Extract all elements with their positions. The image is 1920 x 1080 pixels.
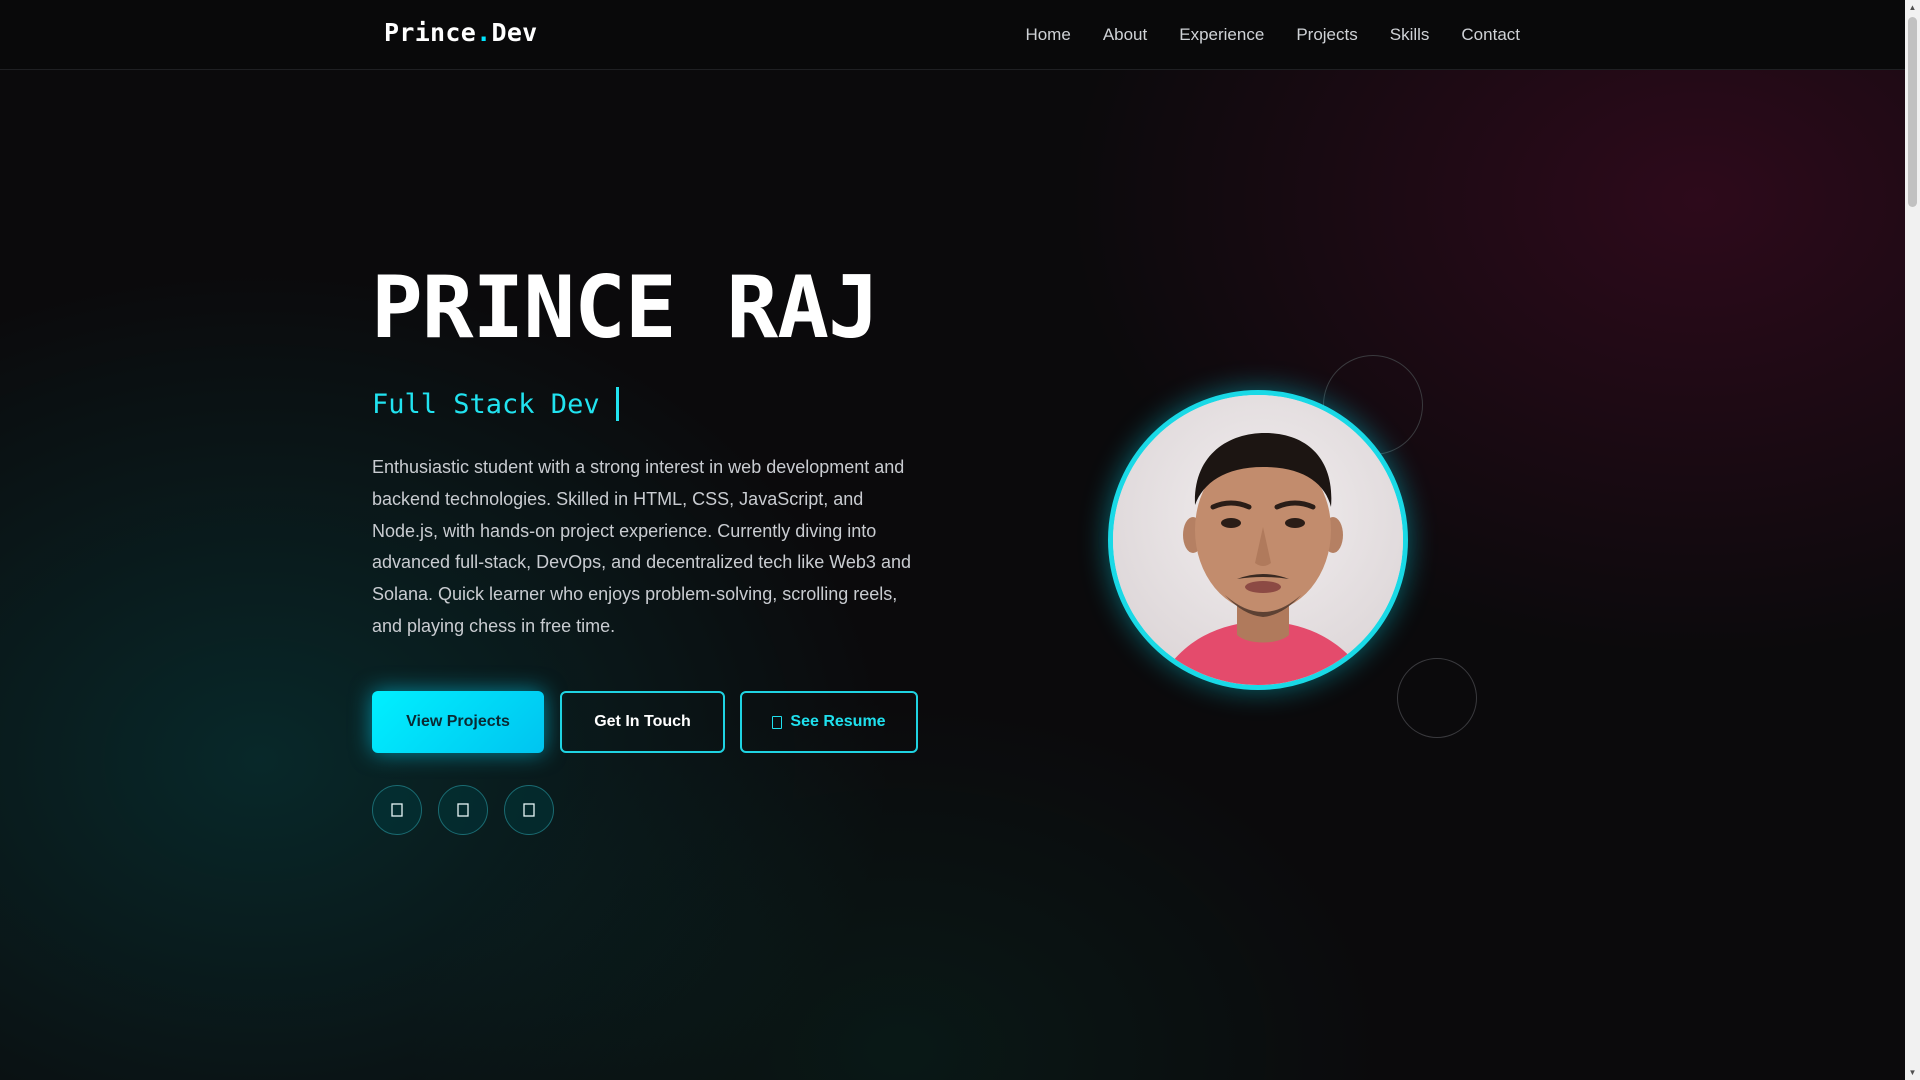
- logo-prefix: Prince: [384, 18, 477, 47]
- social-link-3[interactable]: [504, 785, 554, 835]
- hero-role-text: Full Stack Dev: [372, 388, 600, 420]
- scrollbar-thumb[interactable]: [1908, 17, 1917, 207]
- scrollbar[interactable]: ▲ ▼: [1905, 0, 1920, 1080]
- profile-avatar: [1108, 390, 1408, 690]
- view-projects-button[interactable]: View Projects: [372, 691, 544, 753]
- see-resume-label: See Resume: [790, 713, 886, 730]
- nav-link-about[interactable]: About: [1103, 25, 1147, 45]
- logo-suffix: Dev: [491, 18, 538, 47]
- nav-link-skills[interactable]: Skills: [1390, 25, 1430, 45]
- logo-dot: .: [476, 18, 492, 47]
- decorative-circle-bottom: [1397, 658, 1477, 738]
- page: Prince.Dev Home About Experience Project…: [0, 0, 1920, 1080]
- nav-link-contact[interactable]: Contact: [1461, 25, 1520, 45]
- social-link-1[interactable]: [372, 785, 422, 835]
- view-projects-label: View Projects: [406, 713, 510, 730]
- hero-name: PRINCE RAJ: [371, 258, 880, 358]
- logo[interactable]: Prince.Dev: [384, 18, 538, 47]
- nav-link-experience[interactable]: Experience: [1179, 25, 1264, 45]
- social-icon-1: [391, 803, 403, 817]
- scroll-up-arrow-icon[interactable]: ▲: [1905, 0, 1920, 15]
- see-resume-button[interactable]: See Resume: [740, 691, 918, 753]
- nav-link-projects[interactable]: Projects: [1296, 25, 1357, 45]
- hero-bio: Enthusiastic student with a strong inter…: [372, 457, 911, 636]
- nav-links: Home About Experience Projects Skills Co…: [1025, 0, 1520, 70]
- nav-link-home[interactable]: Home: [1025, 25, 1070, 45]
- profile-photo: [1113, 395, 1403, 685]
- social-icon-3: [523, 803, 535, 817]
- hero-role: Full Stack Dev: [372, 387, 619, 421]
- social-icon-2: [457, 803, 469, 817]
- social-link-2[interactable]: [438, 785, 488, 835]
- navbar: Prince.Dev Home About Experience Project…: [0, 0, 1905, 70]
- typing-caret: [615, 387, 619, 421]
- file-icon: [772, 715, 783, 729]
- get-in-touch-label: Get In Touch: [594, 713, 691, 730]
- get-in-touch-button[interactable]: Get In Touch: [560, 691, 725, 753]
- scroll-down-arrow-icon[interactable]: ▼: [1905, 1065, 1920, 1080]
